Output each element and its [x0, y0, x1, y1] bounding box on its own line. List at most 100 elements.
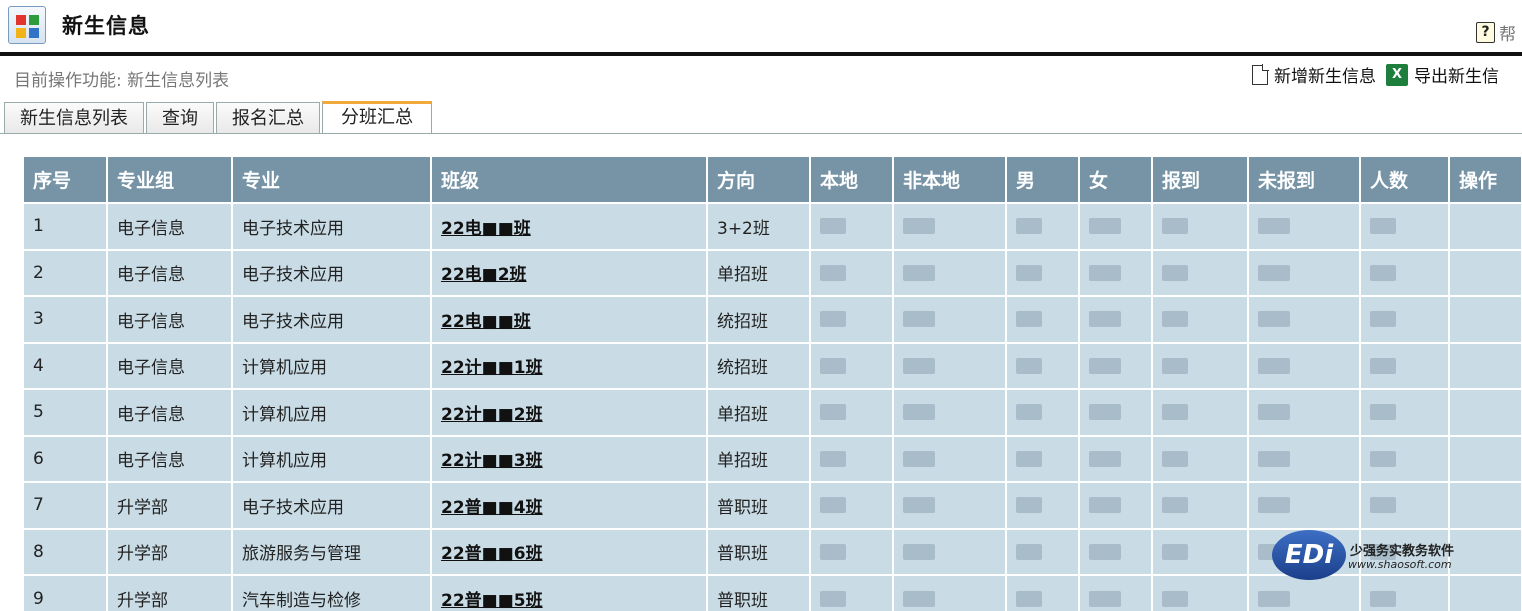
obscured-value — [1162, 218, 1188, 235]
add-student-button[interactable]: 新增新生信息 — [1252, 62, 1376, 87]
row-class: 22计■■1班 — [431, 341, 708, 389]
obscured-value — [1258, 450, 1290, 467]
col-header[interactable]: 女 — [1079, 157, 1153, 203]
row-nonlocal-obscured — [893, 574, 1007, 611]
row-local-obscured — [810, 481, 894, 529]
row-number: 7 — [24, 481, 108, 529]
col-header[interactable]: 未报到 — [1248, 157, 1361, 203]
obscured-value — [903, 357, 935, 374]
col-header[interactable]: 方向 — [707, 157, 811, 203]
row-local-obscured — [810, 202, 894, 250]
row-registered-obscured — [1152, 527, 1249, 575]
tab-bar: 新生信息列表 查询 报名汇总 分班汇总 — [4, 101, 432, 134]
table-row: 3 电子信息 电子技术应用 22电■■班 统招班 — [24, 295, 1522, 343]
obscured-value — [1162, 497, 1188, 514]
tab-class-summary[interactable]: 分班汇总 — [322, 101, 432, 134]
row-actions[interactable] — [1449, 248, 1522, 296]
class-link[interactable]: 22计■■3班 — [441, 451, 543, 471]
help-button[interactable]: ? 帮 — [1476, 20, 1516, 45]
row-group: 升学部 — [107, 481, 233, 529]
obscured-value — [903, 450, 935, 467]
help-label: 帮 — [1499, 25, 1516, 45]
row-unregistered-obscured — [1248, 295, 1361, 343]
obscured-value — [1016, 218, 1042, 235]
col-header[interactable]: 报到 — [1152, 157, 1249, 203]
obscured-value — [1089, 450, 1121, 467]
obscured-value — [820, 404, 846, 421]
col-header[interactable]: 本地 — [810, 157, 894, 203]
row-group: 升学部 — [107, 527, 233, 575]
col-header[interactable]: 序号 — [24, 157, 108, 203]
row-number: 1 — [24, 202, 108, 250]
col-header[interactable]: 人数 — [1360, 157, 1450, 203]
class-link[interactable]: 22电■■班 — [441, 312, 531, 332]
row-class: 22普■■4班 — [431, 481, 708, 529]
class-link[interactable]: 22计■■1班 — [441, 358, 543, 378]
col-header[interactable]: 男 — [1006, 157, 1080, 203]
obscured-value — [1258, 218, 1290, 235]
row-group: 电子信息 — [107, 202, 233, 250]
col-header[interactable]: 操作 — [1449, 157, 1522, 203]
row-actions[interactable] — [1449, 388, 1522, 436]
row-male-obscured — [1006, 341, 1080, 389]
row-group: 电子信息 — [107, 388, 233, 436]
tab-enrollment-summary[interactable]: 报名汇总 — [216, 102, 320, 134]
row-registered-obscured — [1152, 388, 1249, 436]
obscured-value — [1370, 497, 1396, 514]
obscured-value — [1016, 543, 1042, 560]
document-icon — [1252, 64, 1269, 85]
row-direction: 单招班 — [707, 248, 811, 296]
row-class: 22电■■班 — [431, 202, 708, 250]
row-direction: 统招班 — [707, 341, 811, 389]
class-link[interactable]: 22普■■5班 — [441, 591, 543, 611]
row-major: 旅游服务与管理 — [232, 527, 432, 575]
row-actions[interactable] — [1449, 295, 1522, 343]
add-student-label: 新增新生信息 — [1274, 67, 1376, 87]
col-header[interactable]: 非本地 — [893, 157, 1007, 203]
row-direction: 普职班 — [707, 481, 811, 529]
tab-query[interactable]: 查询 — [146, 102, 214, 134]
row-male-obscured — [1006, 527, 1080, 575]
row-female-obscured — [1079, 295, 1153, 343]
col-header[interactable]: 专业组 — [107, 157, 233, 203]
obscured-value — [1162, 590, 1188, 607]
obscured-value — [1016, 590, 1042, 607]
row-total-obscured — [1360, 202, 1450, 250]
row-number: 5 — [24, 388, 108, 436]
obscured-value — [903, 404, 935, 421]
obscured-value — [1370, 218, 1396, 235]
row-local-obscured — [810, 388, 894, 436]
row-local-obscured — [810, 341, 894, 389]
title-divider — [0, 52, 1522, 56]
row-total-obscured — [1360, 295, 1450, 343]
tab-student-list[interactable]: 新生信息列表 — [4, 102, 144, 134]
row-male-obscured — [1006, 434, 1080, 482]
class-link[interactable]: 22计■■2班 — [441, 405, 543, 425]
row-direction: 单招班 — [707, 388, 811, 436]
obscured-value — [1016, 404, 1042, 421]
obscured-value — [1370, 311, 1396, 328]
class-link[interactable]: 22普■■4班 — [441, 498, 543, 518]
class-link[interactable]: 22电■2班 — [441, 265, 527, 285]
obscured-value — [1016, 264, 1042, 281]
row-actions[interactable] — [1449, 341, 1522, 389]
row-group: 电子信息 — [107, 295, 233, 343]
row-unregistered-obscured — [1248, 388, 1361, 436]
row-nonlocal-obscured — [893, 481, 1007, 529]
row-actions[interactable] — [1449, 481, 1522, 529]
row-actions[interactable] — [1449, 202, 1522, 250]
obscured-value — [1089, 357, 1121, 374]
row-male-obscured — [1006, 574, 1080, 611]
row-female-obscured — [1079, 481, 1153, 529]
class-link[interactable]: 22电■■班 — [441, 219, 531, 239]
obscured-value — [1089, 311, 1121, 328]
obscured-value — [820, 357, 846, 374]
obscured-value — [1089, 590, 1121, 607]
class-link[interactable]: 22普■■6班 — [441, 544, 543, 564]
obscured-value — [1258, 404, 1290, 421]
col-header[interactable]: 班级 — [431, 157, 708, 203]
col-header[interactable]: 专业 — [232, 157, 432, 203]
export-button[interactable]: X 导出新生信 — [1386, 62, 1499, 87]
row-actions[interactable] — [1449, 434, 1522, 482]
obscured-value — [1162, 264, 1188, 281]
